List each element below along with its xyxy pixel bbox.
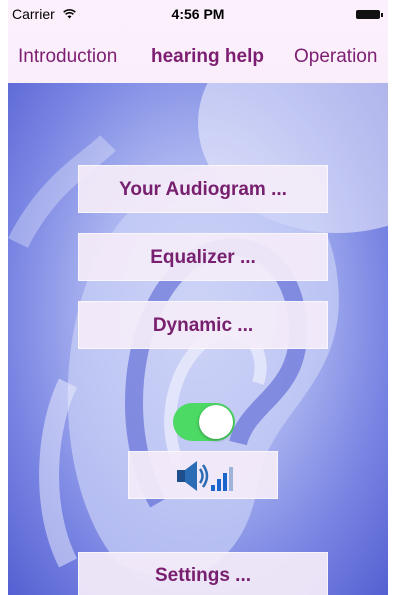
dynamic-button[interactable]: Dynamic ... xyxy=(78,301,328,349)
status-bar: Carrier 4:56 PM xyxy=(8,0,388,28)
status-time: 4:56 PM xyxy=(171,6,225,22)
tab-hearing-help[interactable]: hearing help xyxy=(151,46,264,68)
tab-introduction[interactable]: Introduction xyxy=(18,46,117,68)
tab-operation[interactable]: Operation xyxy=(294,46,377,68)
settings-button[interactable]: Settings ... xyxy=(78,552,328,595)
speaker-icon xyxy=(177,461,209,491)
audiogram-button[interactable]: Your Audiogram ... xyxy=(78,165,328,213)
hearing-help-toggle[interactable] xyxy=(173,403,235,441)
app-screen: Carrier 4:56 PM Introduction hearing hel… xyxy=(8,0,388,595)
toggle-knob xyxy=(199,405,233,439)
equalizer-button[interactable]: Equalizer ... xyxy=(78,233,328,281)
battery-icon xyxy=(356,10,383,19)
top-nav: Introduction hearing help Operation xyxy=(8,40,388,76)
volume-button[interactable] xyxy=(128,451,278,499)
signal-bars-icon xyxy=(211,467,233,491)
